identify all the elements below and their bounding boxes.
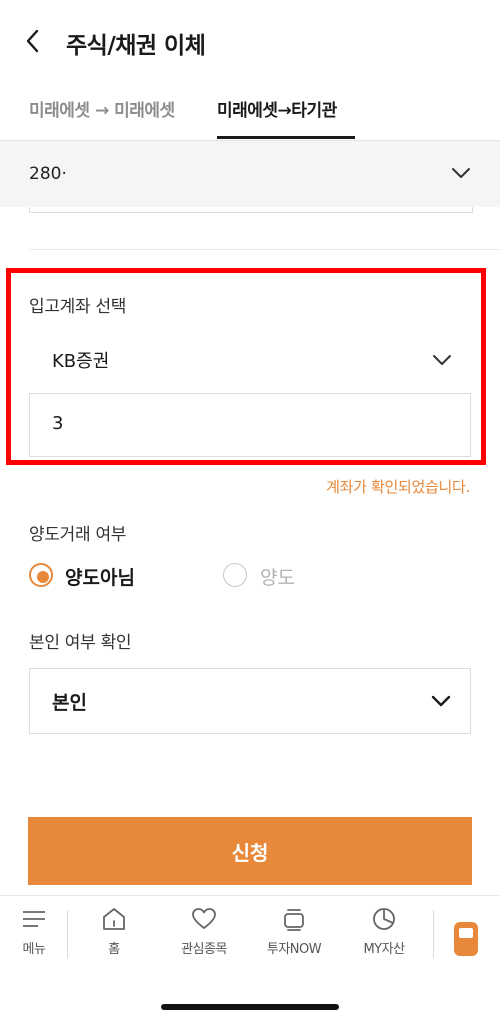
heart-icon bbox=[192, 908, 216, 929]
bank-value: KB증권 bbox=[52, 351, 110, 372]
chevron-down-icon bbox=[433, 355, 451, 365]
nav-item-my-assets[interactable]: MY자산 bbox=[344, 906, 424, 957]
radio-selected-dot bbox=[37, 571, 49, 583]
tab-mirae-to-mirae[interactable]: 미래에셋 → 미래에셋 bbox=[29, 96, 175, 121]
radio-transfer-label[interactable]: 양도 bbox=[260, 563, 295, 590]
nav-label-watchlist: 관심종목 bbox=[181, 942, 227, 957]
page-title: 주식/채권 이체 bbox=[66, 33, 206, 59]
submit-button[interactable]: 신청 bbox=[28, 817, 472, 885]
account-confirm-message: 계좌가 확인되었습니다. bbox=[326, 478, 470, 496]
phone-icon bbox=[459, 928, 473, 938]
menu-icon bbox=[23, 911, 45, 927]
chevron-down-icon bbox=[452, 168, 470, 178]
nav-label-my-assets: MY자산 bbox=[363, 942, 405, 957]
radio-not-transfer[interactable] bbox=[29, 563, 53, 587]
account-number-value: 3 bbox=[52, 413, 64, 434]
section-divider bbox=[29, 249, 500, 250]
nav-label-menu: 메뉴 bbox=[22, 942, 46, 957]
bottom-nav: 메뉴 홈 관심종목 투자NOW MY자산 bbox=[0, 895, 500, 976]
account-number-input[interactable] bbox=[29, 393, 471, 457]
deposit-account-label: 입고계좌 선택 bbox=[29, 297, 127, 317]
transfer-type-label: 양도거래 여부 bbox=[29, 525, 127, 545]
nav-separator bbox=[433, 910, 434, 958]
nav-item-menu[interactable]: 메뉴 bbox=[0, 906, 74, 957]
back-button[interactable] bbox=[22, 27, 46, 55]
pie-chart-icon bbox=[373, 908, 395, 930]
identity-label: 본인 여부 확인 bbox=[29, 633, 132, 653]
radio-transfer[interactable] bbox=[223, 563, 247, 587]
phone-app-button[interactable] bbox=[454, 922, 478, 956]
source-box-border bbox=[29, 207, 473, 213]
nav-label-invest-now: 투자NOW bbox=[266, 942, 322, 957]
chevron-down-icon bbox=[431, 695, 451, 707]
nav-item-invest-now[interactable]: 투자NOW bbox=[254, 906, 334, 957]
radio-not-transfer-label[interactable]: 양도아님 bbox=[65, 563, 135, 590]
nav-item-watchlist[interactable]: 관심종목 bbox=[164, 906, 244, 957]
identity-value: 본인 bbox=[52, 692, 87, 714]
nav-item-home[interactable]: 홈 bbox=[74, 906, 154, 957]
nav-separator bbox=[67, 910, 68, 958]
home-indicator bbox=[161, 1004, 339, 1010]
tab-mirae-to-other[interactable]: 미래에셋→타기관 bbox=[217, 96, 337, 121]
active-tab-indicator bbox=[217, 136, 355, 139]
identity-select[interactable] bbox=[29, 668, 471, 734]
stack-icon bbox=[284, 909, 304, 931]
source-account-select[interactable] bbox=[0, 141, 500, 207]
nav-label-home: 홈 bbox=[108, 942, 120, 957]
chevron-left-icon bbox=[26, 29, 39, 53]
home-icon bbox=[103, 908, 125, 930]
source-account-value: 280· bbox=[29, 164, 67, 184]
